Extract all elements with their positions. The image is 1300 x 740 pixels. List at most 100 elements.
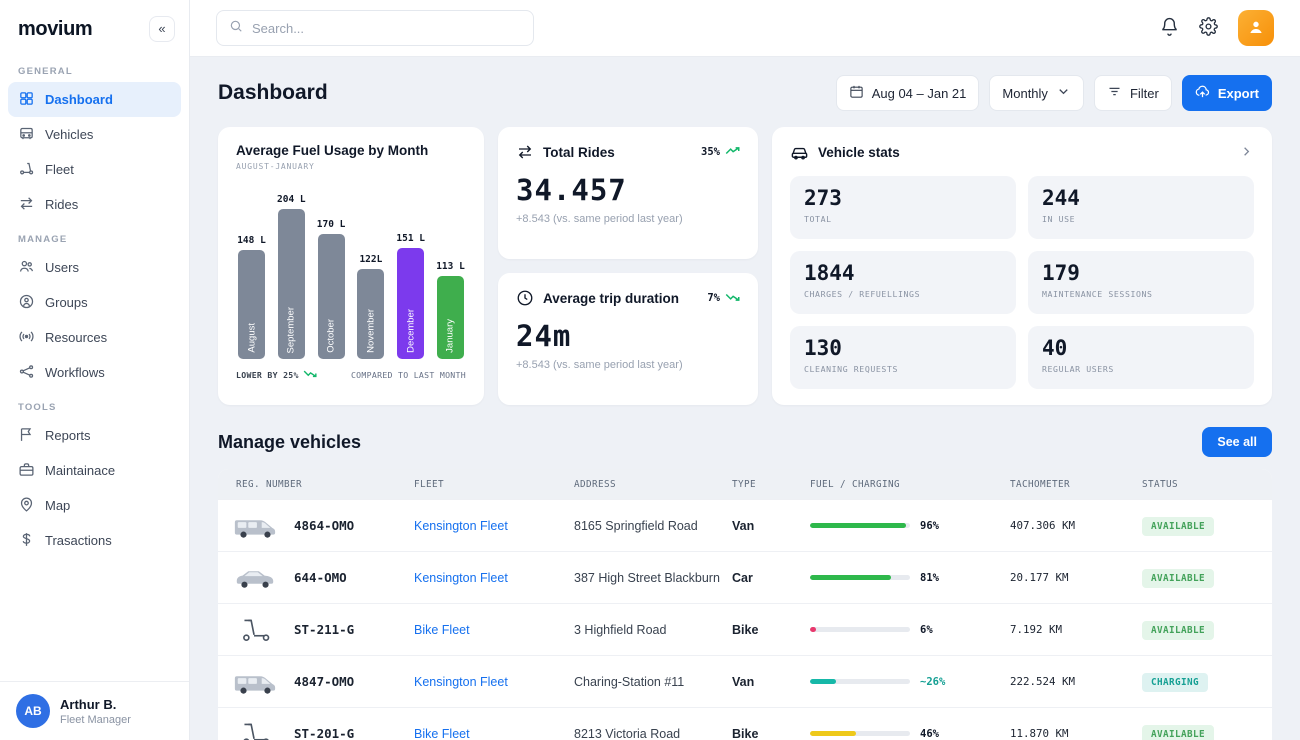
table-row[interactable]: ST-211-G Bike Fleet 3 Highfield Road Bik… bbox=[218, 603, 1272, 655]
filter-button[interactable]: Filter bbox=[1094, 75, 1172, 111]
fuel-chart-subtitle: AUGUST-JANUARY bbox=[236, 162, 466, 171]
sidebar-item-label: Trasactions bbox=[45, 533, 112, 548]
sidebar-item-label: Fleet bbox=[45, 162, 74, 177]
fuel-progress-track bbox=[810, 731, 910, 736]
section-label-tools: TOOLS bbox=[18, 402, 171, 413]
stat-charges: 1844 CHARGES / REFUELLINGS bbox=[790, 251, 1016, 314]
reg-number: 644-OMO bbox=[294, 570, 347, 585]
vehicle-stats-expand-button[interactable] bbox=[1239, 144, 1254, 162]
bar-month-label: September bbox=[286, 307, 297, 353]
table-row[interactable]: 4864-OMO Kensington Fleet 8165 Springfie… bbox=[218, 499, 1272, 551]
table-row[interactable]: 4847-OMO Kensington Fleet Charing-Statio… bbox=[218, 655, 1272, 707]
profile-avatar[interactable] bbox=[1238, 10, 1274, 46]
see-all-button[interactable]: See all bbox=[1202, 427, 1272, 457]
col-fleet: FLEET bbox=[414, 479, 574, 490]
toolbox-icon bbox=[18, 461, 35, 481]
fuel-progress-fill bbox=[810, 575, 891, 580]
total-rides-sub: +8.543 (vs. same period last year) bbox=[516, 213, 740, 225]
scooter-image bbox=[232, 617, 278, 643]
broadcast-icon bbox=[18, 328, 35, 348]
sidebar-item-transactions[interactable]: Trasactions bbox=[8, 523, 181, 558]
fleet-link[interactable]: Kensington Fleet bbox=[414, 571, 574, 585]
sidebar-item-label: Dashboard bbox=[45, 92, 113, 107]
sidebar-item-resources[interactable]: Resources bbox=[8, 320, 181, 355]
total-rides-value: 34.457 bbox=[516, 173, 740, 207]
bar-value-label: 148 L bbox=[237, 235, 266, 246]
sidebar-item-map[interactable]: Map bbox=[8, 488, 181, 523]
users-icon bbox=[18, 258, 35, 278]
stat-maintenance: 179 MAINTENANCE SESSIONS bbox=[1028, 251, 1254, 314]
fuel-progress-track bbox=[810, 627, 910, 632]
stat-in-use: 244 IN USE bbox=[1028, 176, 1254, 239]
sidebar-item-maintenance[interactable]: Maintainace bbox=[8, 453, 181, 488]
sidebar-item-vehicles[interactable]: Vehicles bbox=[8, 117, 181, 152]
col-type: TYPE bbox=[732, 479, 810, 490]
period-label: Monthly bbox=[1002, 86, 1048, 101]
tachometer: 11.870 KM bbox=[1010, 727, 1142, 740]
sidebar-item-label: Vehicles bbox=[45, 127, 93, 142]
export-button[interactable]: Export bbox=[1182, 75, 1272, 111]
gear-icon bbox=[1199, 17, 1218, 39]
col-tachometer: TACHOMETER bbox=[1010, 479, 1142, 490]
total-rides-delta: 35% bbox=[701, 146, 720, 158]
sidebar-user[interactable]: AB Arthur B. Fleet Manager bbox=[0, 681, 189, 740]
sidebar-item-dashboard[interactable]: Dashboard bbox=[8, 82, 181, 117]
address: 8165 Springfield Road bbox=[574, 519, 732, 533]
car-image bbox=[232, 565, 278, 591]
clock-icon bbox=[516, 289, 534, 307]
fuel-bar: January bbox=[437, 276, 464, 359]
tachometer: 7.192 KM bbox=[1010, 623, 1142, 636]
tachometer: 20.177 KM bbox=[1010, 571, 1142, 584]
trend-up-icon bbox=[725, 146, 740, 159]
fleet-link[interactable]: Bike Fleet bbox=[414, 727, 574, 740]
fuel-percent: 96% bbox=[920, 520, 939, 532]
fleet-link[interactable]: Bike Fleet bbox=[414, 623, 574, 637]
notifications-button[interactable] bbox=[1160, 17, 1179, 39]
swap-arrows-icon bbox=[18, 195, 35, 215]
sidebar-collapse-button[interactable]: « bbox=[149, 16, 175, 42]
settings-button[interactable] bbox=[1199, 17, 1218, 39]
table-row[interactable]: 644-OMO Kensington Fleet 387 High Street… bbox=[218, 551, 1272, 603]
topbar bbox=[190, 0, 1300, 57]
fuel-bar: August bbox=[238, 250, 265, 359]
bar-month-label: November bbox=[365, 309, 376, 353]
stat-total: 273 TOTAL bbox=[790, 176, 1016, 239]
sidebar-item-rides[interactable]: Rides bbox=[8, 187, 181, 222]
date-range-button[interactable]: Aug 04 – Jan 21 bbox=[836, 75, 980, 111]
period-select[interactable]: Monthly bbox=[989, 75, 1084, 111]
address: Charing-Station #11 bbox=[574, 675, 732, 689]
flag-icon bbox=[18, 426, 35, 446]
table-row[interactable]: ST-201-G Bike Fleet 8213 Victoria Road B… bbox=[218, 707, 1272, 740]
page-title: Dashboard bbox=[218, 81, 328, 105]
bar-value-label: 170 L bbox=[317, 219, 346, 230]
search-box[interactable] bbox=[216, 10, 534, 46]
sidebar-item-users[interactable]: Users bbox=[8, 250, 181, 285]
bar-value-label: 122L bbox=[359, 254, 382, 265]
reg-number: ST-211-G bbox=[294, 622, 354, 637]
fleet-link[interactable]: Kensington Fleet bbox=[414, 519, 574, 533]
search-icon bbox=[229, 19, 243, 38]
sidebar-item-label: Groups bbox=[45, 295, 88, 310]
fleet-link[interactable]: Kensington Fleet bbox=[414, 675, 574, 689]
status-badge: AVAILABLE bbox=[1142, 517, 1214, 536]
search-input[interactable] bbox=[252, 21, 521, 36]
sidebar-item-reports[interactable]: Reports bbox=[8, 418, 181, 453]
sidebar-item-fleet[interactable]: Fleet bbox=[8, 152, 181, 187]
sidebar-item-groups[interactable]: Groups bbox=[8, 285, 181, 320]
address: 387 High Street Blackburn bbox=[574, 571, 732, 585]
trend-down-icon bbox=[303, 369, 317, 380]
swap-arrows-icon bbox=[516, 143, 534, 161]
van-icon bbox=[18, 125, 35, 145]
fuel-percent: 81% bbox=[920, 572, 939, 584]
sidebar-item-label: Reports bbox=[45, 428, 91, 443]
vehicle-stats-title: Vehicle stats bbox=[818, 145, 900, 160]
fuel-bar: December bbox=[397, 248, 424, 359]
fuel-bar-chart: 148 L August 204 L September 170 L Octob… bbox=[236, 185, 466, 359]
calendar-icon bbox=[849, 84, 864, 102]
avatar-glyph-icon bbox=[1247, 18, 1265, 39]
cloud-upload-icon bbox=[1195, 84, 1210, 102]
status-badge: AVAILABLE bbox=[1142, 569, 1214, 588]
status-badge: AVAILABLE bbox=[1142, 621, 1214, 640]
sidebar-item-workflows[interactable]: Workflows bbox=[8, 355, 181, 390]
van-image bbox=[232, 513, 278, 539]
